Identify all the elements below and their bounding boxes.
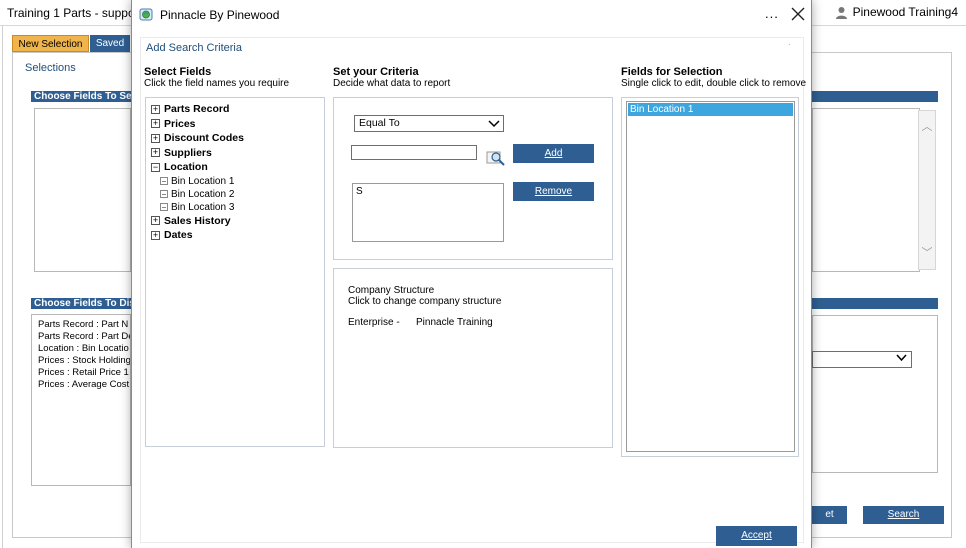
enterprise-label: Enterprise - [348, 317, 400, 328]
fields-for-selection-title: Fields for Selection [621, 66, 723, 78]
add-button[interactable]: Add [513, 144, 594, 163]
selections-label: Selections [25, 62, 76, 74]
list-item[interactable]: S [356, 186, 503, 197]
field-icon [160, 177, 168, 185]
lookup-icon[interactable] [486, 149, 506, 166]
app-icon [139, 8, 153, 21]
tree-node-suppliers[interactable]: + Suppliers [151, 146, 324, 161]
choose-search-fields-header-right [812, 91, 938, 102]
tree-node-sales-history[interactable]: + Sales History [151, 214, 324, 229]
fields-for-selection-subtitle: Single click to edit, double click to re… [621, 78, 807, 89]
select-fields-title: Select Fields [144, 66, 212, 78]
list-item[interactable]: Parts Record : Part N [38, 319, 130, 331]
select-fields-subtitle: Click the field names you require [144, 78, 290, 89]
user-name: Pinewood Training4 [852, 5, 958, 19]
criteria-values-list[interactable]: S [352, 183, 504, 242]
dialog-title: Pinnacle By Pinewood [160, 8, 280, 22]
more-options-button[interactable]: ... [765, 6, 779, 21]
resize-dot: · [788, 40, 791, 49]
set-criteria-subtitle: Decide what data to report [333, 78, 451, 89]
tree-leaf-bin-location-1[interactable]: Bin Location 1 [151, 175, 324, 188]
display-options-box [812, 315, 938, 473]
search-fields-box [34, 108, 131, 272]
expand-icon[interactable]: + [151, 119, 160, 129]
tree-node-location[interactable]: − Location [151, 160, 324, 175]
tree-node-prices[interactable]: + Prices [151, 117, 324, 132]
tree-node-dates[interactable]: + Dates [151, 228, 324, 243]
criteria-value-input[interactable] [351, 145, 477, 160]
user-menu[interactable]: Pinewood Training4 [835, 5, 958, 19]
operator-select[interactable]: Equal To [354, 115, 504, 132]
enterprise-value[interactable]: Pinnacle Training [416, 317, 493, 328]
close-icon[interactable] [789, 5, 807, 23]
tree-leaf-bin-location-2[interactable]: Bin Location 2 [151, 188, 324, 201]
expand-icon[interactable]: + [151, 148, 160, 158]
tree-node-label: Sales History [164, 214, 231, 227]
field-tree: + Parts Record + Prices + Discount Codes… [145, 97, 325, 447]
user-icon [835, 6, 847, 19]
expand-icon[interactable]: + [151, 104, 160, 114]
company-structure-subtitle: Click to change company structure [348, 296, 502, 307]
accept-button[interactable]: Accept [716, 526, 797, 546]
add-search-criteria-dialog: Pinnacle By Pinewood ... Add Search Crit… [131, 0, 812, 548]
tab-saved[interactable]: Saved [90, 35, 130, 52]
tree-node-parts-record[interactable]: + Parts Record [151, 102, 324, 117]
tree-node-label: Prices [164, 117, 196, 130]
set-criteria-title: Set your Criteria [333, 66, 419, 78]
expand-icon[interactable]: + [151, 216, 160, 226]
tree-node-label: Discount Codes [164, 132, 244, 145]
search-fields-box-right [812, 108, 920, 272]
background-window-title: Training 1 Parts - support [7, 6, 142, 20]
tree-node-label: Suppliers [164, 146, 212, 159]
remove-button[interactable]: Remove [513, 182, 594, 201]
list-item[interactable]: Parts Record : Part De [38, 331, 130, 343]
field-icon [160, 190, 168, 198]
choose-search-fields-header: Choose Fields To Sear [31, 91, 131, 102]
dialog-heading: Add Search Criteria [146, 42, 242, 54]
tree-node-label: Parts Record [164, 103, 230, 116]
list-item[interactable]: Prices : Retail Price 1 [38, 367, 130, 379]
chevron-down-icon[interactable] [486, 115, 502, 132]
tree-leaf-bin-location-3[interactable]: Bin Location 3 [151, 201, 324, 214]
list-item[interactable]: Location : Bin Locatio [38, 343, 130, 355]
tab-new-selection[interactable]: New Selection [12, 35, 89, 52]
list-item[interactable]: Prices : Stock Holding [38, 355, 130, 367]
list-item[interactable]: Prices : Average Cost [38, 379, 130, 391]
expand-icon[interactable]: + [151, 133, 160, 143]
company-structure-title: Company Structure [348, 285, 435, 296]
expand-icon[interactable]: + [151, 230, 160, 240]
tree-leaf-label: Bin Location 1 [171, 175, 235, 187]
collapse-icon[interactable]: − [151, 162, 160, 172]
list-item[interactable]: Bin Location 1 [628, 103, 793, 116]
tree-leaf-label: Bin Location 2 [171, 188, 235, 200]
background-left-edge [0, 26, 3, 548]
search-button[interactable]: Search [863, 506, 944, 524]
choose-display-fields-header: Choose Fields To Disp [31, 298, 131, 309]
field-icon [160, 203, 168, 211]
tree-node-label: Location [164, 161, 208, 174]
choose-display-fields-header-right [812, 298, 938, 309]
tree-node-label: Dates [164, 229, 193, 242]
chevron-down-icon[interactable]: ﹀ [920, 244, 934, 260]
chevron-down-icon [896, 354, 907, 362]
fields-for-selection-list[interactable]: Bin Location 1 [626, 101, 795, 452]
tree-leaf-label: Bin Location 3 [171, 201, 235, 213]
display-fields-list: Parts Record : Part N Parts Record : Par… [31, 314, 131, 486]
chevron-up-icon[interactable]: ︿ [920, 118, 934, 134]
reset-button[interactable]: et [812, 506, 847, 524]
background-dropdown[interactable] [812, 351, 912, 368]
tree-node-discount-codes[interactable]: + Discount Codes [151, 131, 324, 146]
